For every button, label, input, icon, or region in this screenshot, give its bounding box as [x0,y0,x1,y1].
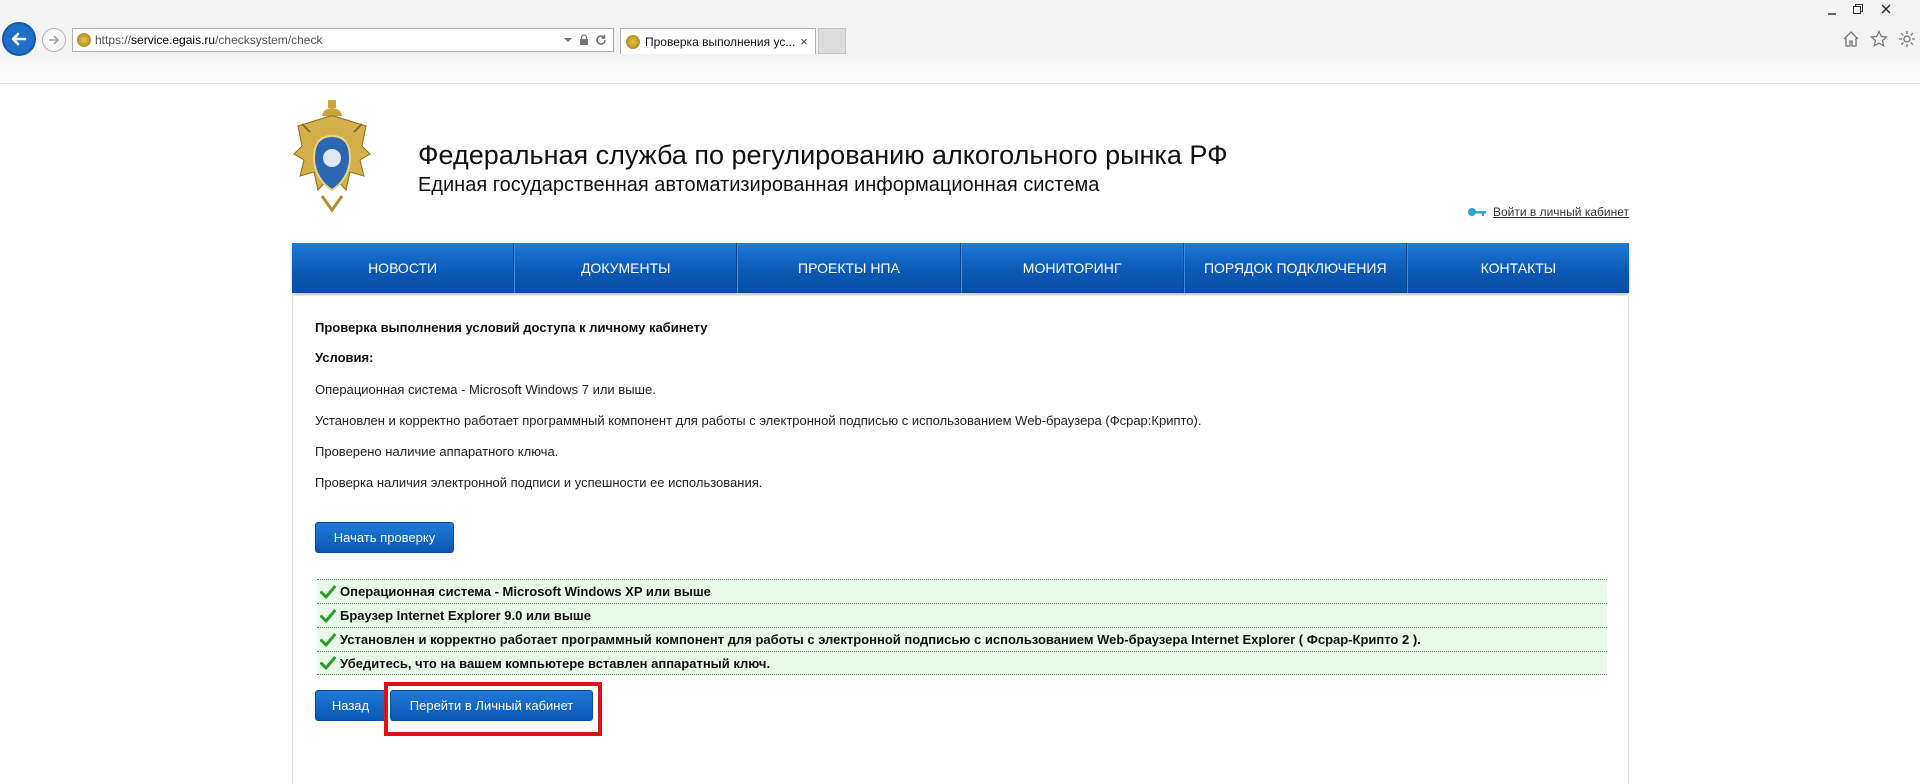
back-button[interactable] [2,22,36,56]
condition-crypto-component: Установлен и корректно работает программ… [315,413,1202,428]
address-url[interactable]: https://service.egais.ru/checksystem/che… [95,33,563,47]
arrow-right-icon [49,35,60,45]
check-result-text: Установлен и корректно работает программ… [340,632,1421,647]
minimize-icon[interactable] [1826,6,1838,16]
browser-tab[interactable]: Проверка выполнения ус... × [620,28,816,54]
start-check-button[interactable]: Начать проверку [315,522,454,553]
back-page-button[interactable]: Назад [315,690,386,721]
checkmark-icon [320,585,336,598]
arrow-left-icon [11,32,27,46]
tab-favicon-icon [626,34,640,49]
address-bar[interactable]: https://service.egais.ru/checksystem/che… [72,28,614,52]
login-link[interactable]: Войти в личный кабинет [1467,205,1629,219]
checkmark-icon [320,656,336,670]
close-window-icon[interactable] [1880,3,1892,15]
site-subtitle: Единая государственная автоматизированна… [418,174,1100,196]
check-results: Операционная система - Microsoft Windows… [317,579,1607,675]
nav-item-connection-procedure[interactable]: ПОРЯДОК ПОДКЛЮЧЕНИЯ [1183,243,1407,293]
site-favicon-icon [77,33,91,47]
check-result-row: Установлен и корректно работает программ… [317,627,1607,651]
settings-gear-icon[interactable] [1898,30,1916,48]
page-title: Проверка выполнения условий доступа к ли… [315,320,708,335]
checkmark-icon [320,609,336,622]
url-domain: service.egais.ru [131,33,216,47]
refresh-icon[interactable] [595,34,607,46]
site-header: Федеральная служба по регулированию алко… [292,98,1629,238]
fsrar-emblem-logo [293,100,371,213]
nav-item-contacts[interactable]: КОНТАКТЫ [1406,243,1629,293]
nav-item-documents[interactable]: ДОКУМЕНТЫ [514,243,738,293]
checkmark-icon [320,633,336,646]
restore-icon[interactable] [1852,3,1864,15]
main-nav: НОВОСТИ ДОКУМЕНТЫ ПРОЕКТЫ НПА МОНИТОРИНГ… [292,243,1629,293]
browser-chrome: https://service.egais.ru/checksystem/che… [0,0,1920,84]
tab-close-icon[interactable]: × [797,34,811,49]
site-title: Федеральная служба по регулированию алко… [418,140,1228,170]
nav-item-npa-projects[interactable]: ПРОЕКТЫ НПА [737,243,961,293]
url-scheme: https:// [95,33,132,47]
new-tab-button[interactable] [818,28,846,54]
condition-signature: Проверка наличия электронной подписи и у… [315,475,763,490]
highlight-frame [384,682,602,736]
home-icon[interactable] [1842,30,1860,48]
browser-command-bar [0,58,1920,84]
lock-icon[interactable] [579,34,589,46]
check-result-text: Браузер Internet Explorer 9.0 или выше [340,608,591,623]
tab-title: Проверка выполнения ус... [645,34,796,49]
forward-button[interactable] [42,28,66,52]
dropdown-icon[interactable] [563,35,573,45]
check-result-row: Браузер Internet Explorer 9.0 или выше [317,603,1607,627]
check-result-text: Операционная система - Microsoft Windows… [340,584,711,599]
check-result-row: Убедитесь, что на вашем компьютере встав… [317,651,1607,675]
key-icon [1467,208,1486,216]
nav-item-monitoring[interactable]: МОНИТОРИНГ [960,243,1184,293]
condition-hardware-key: Проверено наличие аппаратного ключа. [315,444,559,459]
check-result-text: Убедитесь, что на вашем компьютере встав… [340,655,771,671]
condition-os: Операционная система - Microsoft Windows… [315,382,656,397]
login-link-label: Войти в личный кабинет [1492,205,1629,219]
url-path: /checksystem/check [215,33,323,47]
conditions-heading: Условия: [315,350,374,365]
check-result-row: Операционная система - Microsoft Windows… [317,579,1607,603]
favorites-star-icon[interactable] [1870,30,1888,48]
nav-item-news[interactable]: НОВОСТИ [292,243,515,293]
